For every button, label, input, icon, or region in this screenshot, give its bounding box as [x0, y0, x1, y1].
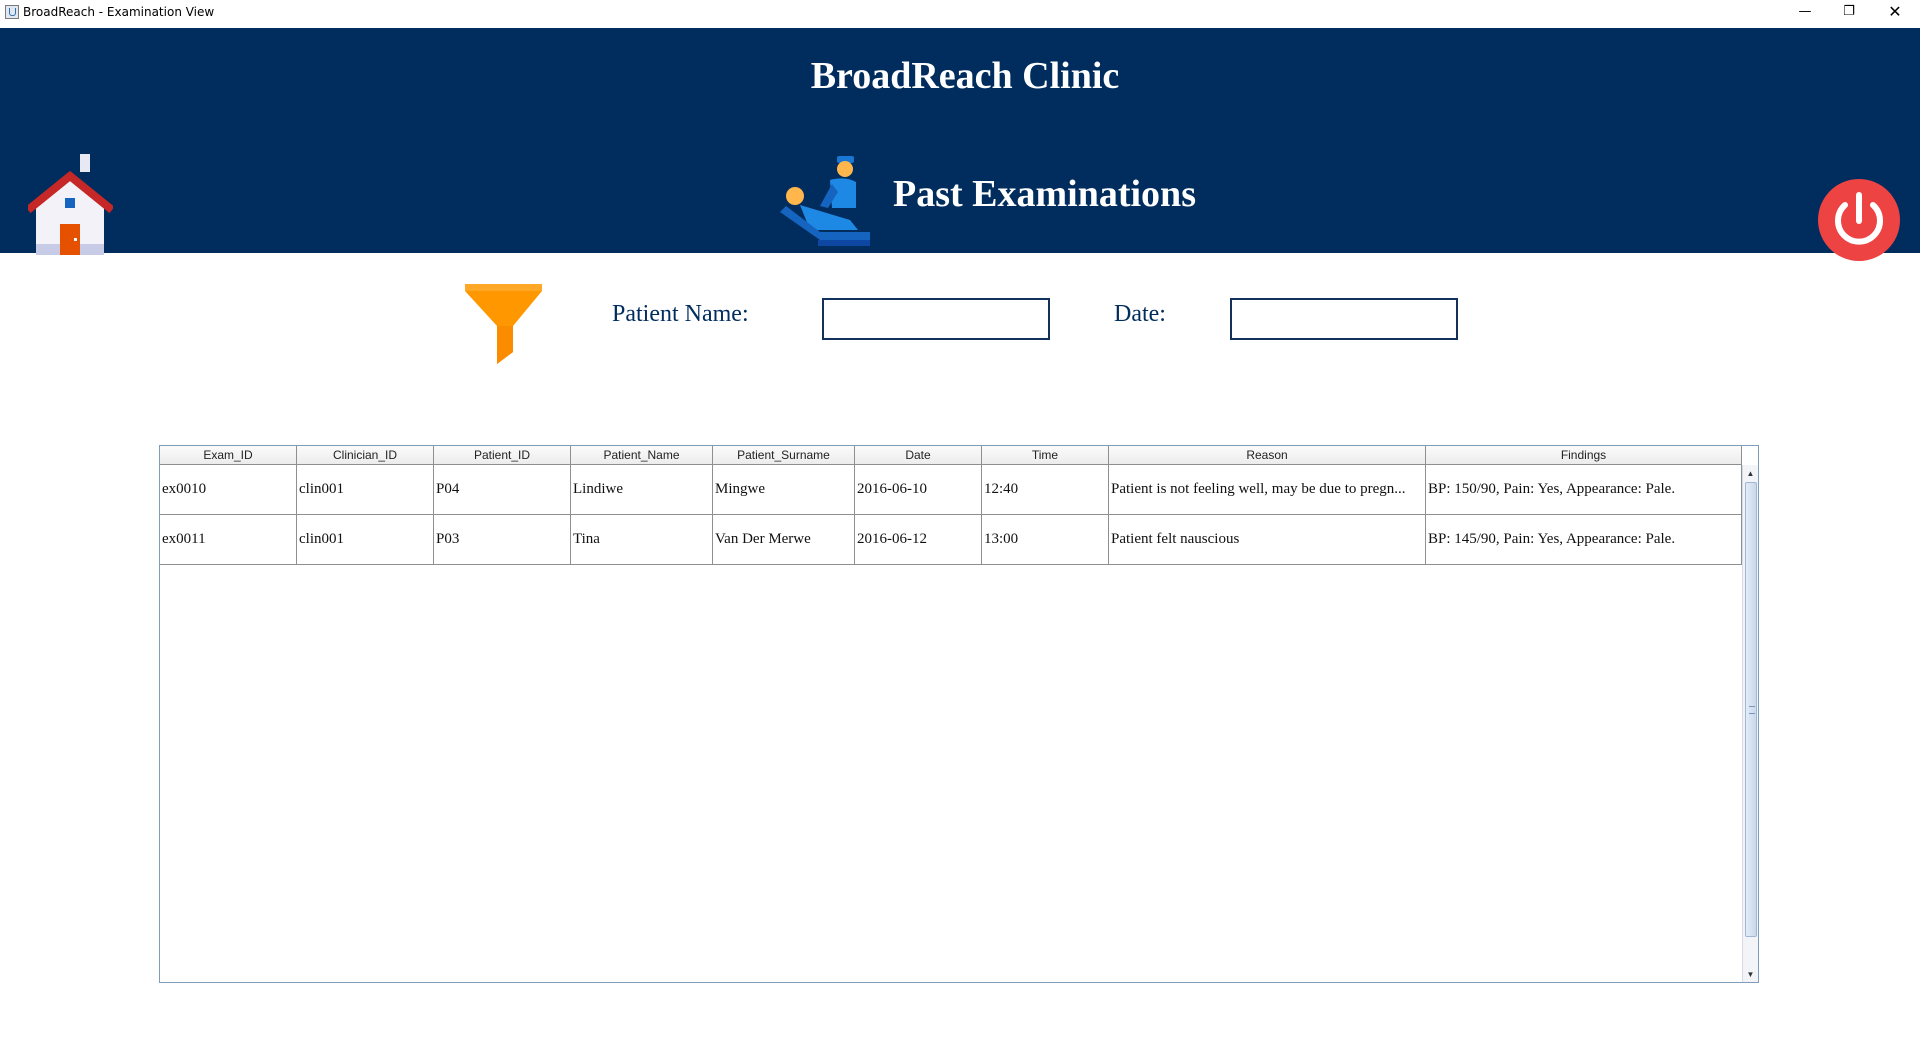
table-cell[interactable]: 12:40 — [982, 465, 1109, 515]
doctor-examining-patient-icon — [780, 150, 875, 262]
table-cell[interactable]: P03 — [434, 515, 571, 565]
column-header-date[interactable]: Date — [855, 446, 982, 465]
column-header-reason[interactable]: Reason — [1109, 446, 1426, 465]
logout-power-button[interactable] — [1818, 179, 1900, 261]
table-cell[interactable]: Tina — [571, 515, 713, 565]
home-button[interactable] — [25, 148, 115, 258]
table-row[interactable]: ex0011 clin001 P03 Tina Van Der Merwe 20… — [160, 515, 1742, 565]
date-input[interactable] — [1230, 298, 1458, 340]
table-cell[interactable]: ex0011 — [160, 515, 297, 565]
funnel-filter-icon — [465, 284, 545, 364]
restore-button[interactable]: ❐ — [1826, 0, 1872, 22]
table-cell[interactable]: ex0010 — [160, 465, 297, 515]
examinations-table: Exam_ID Clinician_ID Patient_ID Patient_… — [159, 445, 1759, 983]
column-header-clinician-id[interactable]: Clinician_ID — [297, 446, 434, 465]
table-cell[interactable]: 2016-06-12 — [855, 515, 982, 565]
table-header: Exam_ID Clinician_ID Patient_ID Patient_… — [160, 446, 1742, 465]
clinic-title: BroadReach Clinic — [810, 55, 1120, 97]
patient-name-label: Patient Name: — [612, 301, 749, 327]
scroll-thumb[interactable] — [1745, 482, 1757, 937]
scroll-grip — [1749, 706, 1755, 714]
column-header-exam-id[interactable]: Exam_ID — [160, 446, 297, 465]
table-cell[interactable]: clin001 — [297, 515, 434, 565]
home-icon — [25, 154, 115, 255]
header-banner: BroadReach Clinic Past Examinations — [0, 28, 1920, 261]
table-row[interactable]: ex0010 clin001 P04 Lindiwe Mingwe 2016-0… — [160, 465, 1742, 515]
column-header-time[interactable]: Time — [982, 446, 1109, 465]
close-button[interactable]: ✕ — [1872, 0, 1918, 22]
minimize-button[interactable]: — — [1782, 0, 1828, 22]
vertical-scrollbar[interactable]: ▲ ▼ — [1742, 465, 1758, 982]
scroll-up-arrow[interactable]: ▲ — [1743, 465, 1758, 481]
patient-name-input[interactable] — [822, 298, 1050, 340]
power-icon — [1818, 179, 1900, 261]
table-cell[interactable]: Lindiwe — [571, 465, 713, 515]
column-header-findings[interactable]: Findings — [1426, 446, 1742, 465]
table-cell[interactable]: Patient is not feeling well, may be due … — [1109, 465, 1426, 515]
table-cell[interactable]: BP: 145/90, Pain: Yes, Appearance: Pale. — [1426, 515, 1742, 565]
table-cell[interactable]: clin001 — [297, 465, 434, 515]
window-title-bar: BroadReach - Examination View — ❐ ✕ — [0, 0, 1920, 28]
column-header-patient-name[interactable]: Patient_Name — [571, 446, 713, 465]
table-cell[interactable]: Van Der Merwe — [713, 515, 855, 565]
table-cell[interactable]: Mingwe — [713, 465, 855, 515]
table-cell[interactable]: BP: 150/90, Pain: Yes, Appearance: Pale. — [1426, 465, 1742, 515]
table-cell[interactable]: P04 — [434, 465, 571, 515]
page-title: Past Examinations — [893, 173, 1196, 215]
table-body: ex0010 clin001 P04 Lindiwe Mingwe 2016-0… — [160, 465, 1742, 565]
java-app-icon — [5, 5, 19, 19]
table-cell[interactable]: 2016-06-10 — [855, 465, 982, 515]
column-header-patient-id[interactable]: Patient_ID — [434, 446, 571, 465]
table-cell[interactable]: 13:00 — [982, 515, 1109, 565]
date-label: Date: — [1114, 301, 1166, 327]
scroll-down-arrow[interactable]: ▼ — [1743, 966, 1758, 982]
table-cell[interactable]: Patient felt nauscious — [1109, 515, 1426, 565]
window-title: BroadReach - Examination View — [23, 5, 215, 19]
column-header-patient-surname[interactable]: Patient_Surname — [713, 446, 855, 465]
